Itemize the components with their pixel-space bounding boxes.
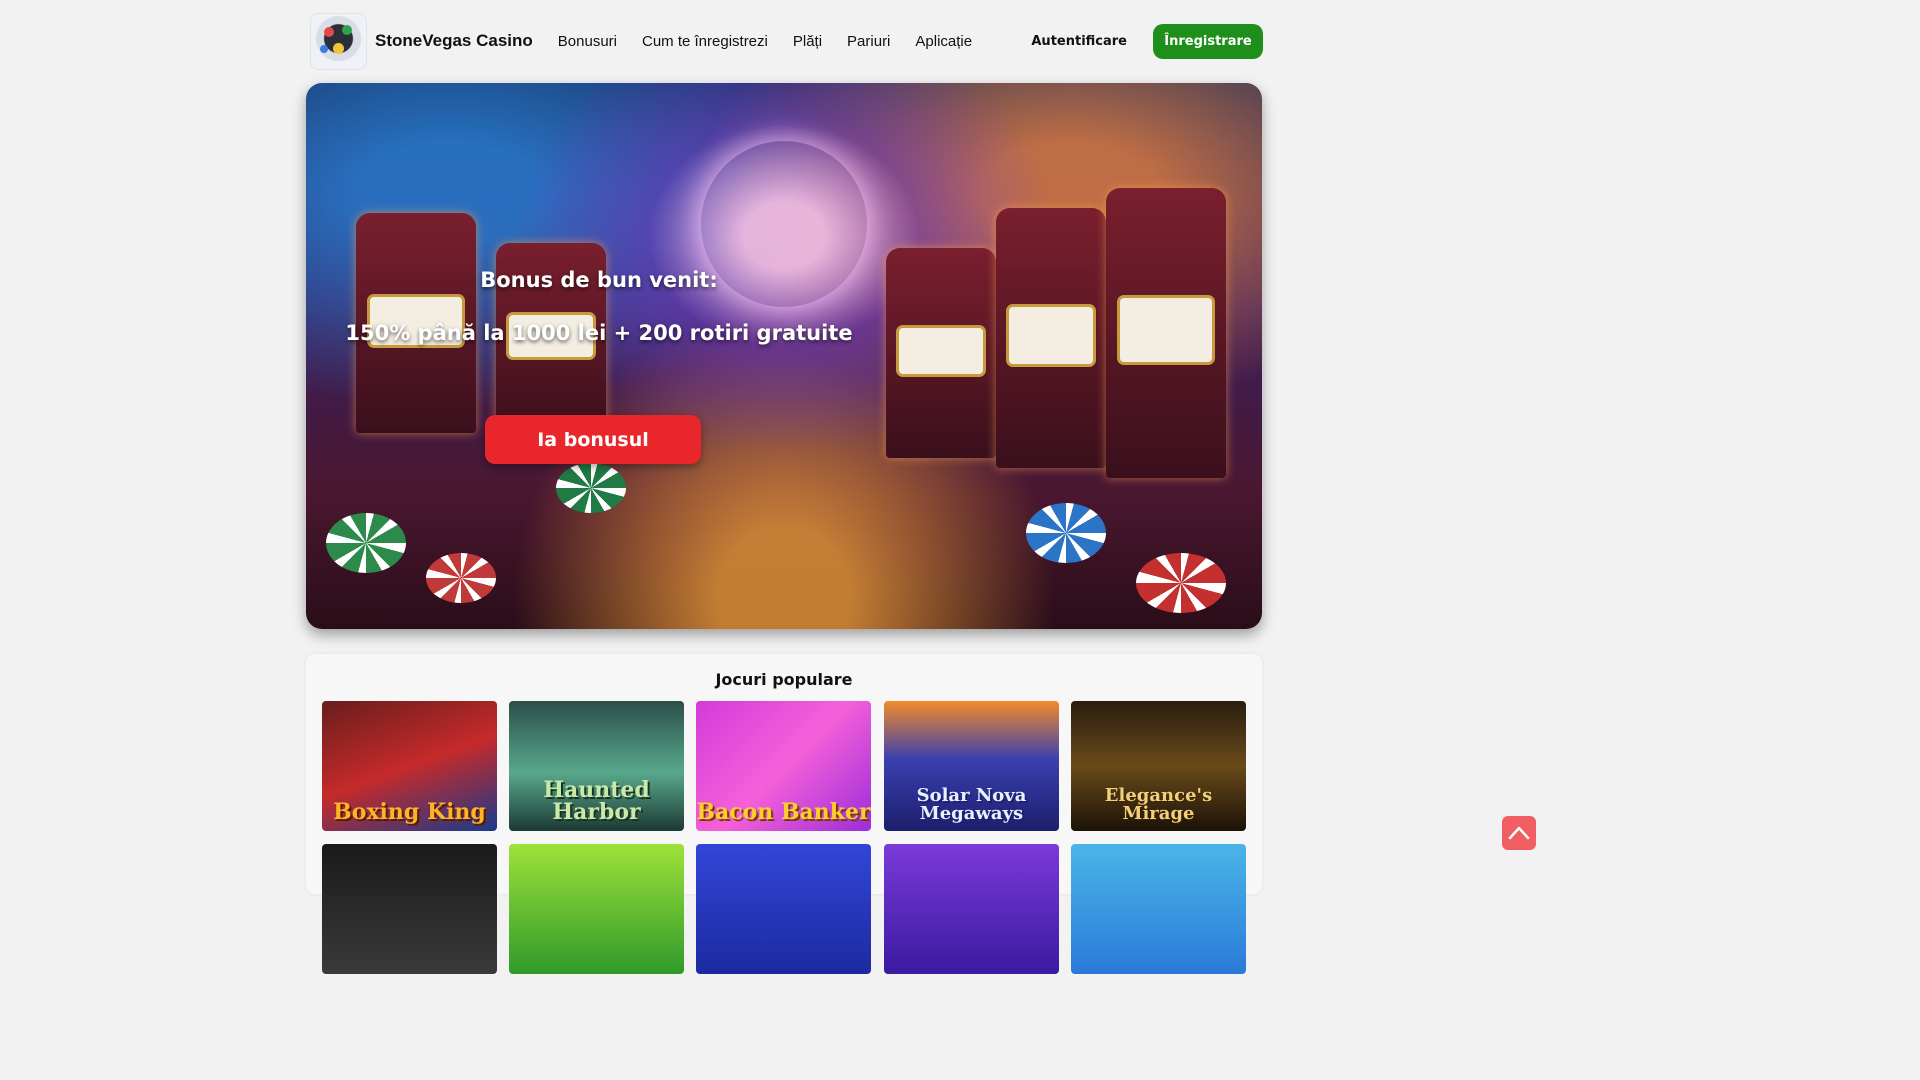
popular-games-section: Jocuri populare Boxing King Haunted Harb… <box>306 654 1262 974</box>
slot-machine-image <box>886 248 996 458</box>
chevron-up-icon <box>1508 826 1530 840</box>
site-header: StoneVegas Casino Bonusuri Cum te înregi… <box>310 12 1263 70</box>
game-title: Boxing King <box>333 799 486 825</box>
claim-bonus-button[interactable]: Ia bonusul <box>485 415 701 464</box>
game-tile[interactable]: Bacon Banker <box>696 701 871 831</box>
chip-stack-image <box>556 463 626 513</box>
main-nav: Bonusuri Cum te înregistrezi Plăți Pariu… <box>558 33 997 50</box>
nav-link-aplicatie[interactable]: Aplicație <box>915 33 972 50</box>
hero-subtitle: 150% până la 1000 lei + 200 rotiri gratu… <box>345 321 853 345</box>
nav-link-plati[interactable]: Plăți <box>793 33 822 50</box>
nav-link-pariuri[interactable]: Pariuri <box>847 33 890 50</box>
game-tile[interactable] <box>884 844 1059 974</box>
game-tile[interactable] <box>322 844 497 974</box>
game-tile[interactable]: Haunted Harbor <box>509 701 684 831</box>
brand-name[interactable]: StoneVegas Casino <box>375 31 533 51</box>
game-title: Elegance's Mirage <box>1104 785 1213 824</box>
game-title: Bacon Banker <box>696 799 871 825</box>
slot-machine-image <box>996 208 1106 468</box>
nav-link-bonusuri[interactable]: Bonusuri <box>558 33 617 50</box>
register-button[interactable]: Înregistrare <box>1153 23 1263 59</box>
chip-stack-image <box>326 513 406 573</box>
hero-title: Bonus de bun venit: <box>480 268 718 292</box>
game-tile[interactable]: Elegance's Mirage <box>1071 701 1246 831</box>
scroll-to-top-button[interactable] <box>1502 816 1536 850</box>
chip-stack-image <box>1026 503 1106 563</box>
game-tile[interactable] <box>1071 844 1246 974</box>
hero-banner: Bonus de bun venit: 150% până la 1000 le… <box>306 83 1262 629</box>
game-tile[interactable]: Solar Nova Megaways <box>884 701 1059 831</box>
chip-stack-image <box>426 553 496 603</box>
slot-machine-image <box>1106 188 1226 478</box>
game-title: Solar Nova Megaways <box>916 785 1027 824</box>
login-link[interactable]: Autentificare <box>1031 34 1127 49</box>
game-tile[interactable] <box>509 844 684 974</box>
nav-link-cum-te-inregistrezi[interactable]: Cum te înregistrezi <box>642 33 768 50</box>
game-tile[interactable]: Boxing King <box>322 701 497 831</box>
section-title: Jocuri populare <box>715 670 853 689</box>
casino-logo-icon[interactable] <box>310 12 367 70</box>
game-tile[interactable] <box>696 844 871 974</box>
game-title: Haunted Harbor <box>543 777 650 825</box>
chip-stack-image <box>1136 553 1226 613</box>
